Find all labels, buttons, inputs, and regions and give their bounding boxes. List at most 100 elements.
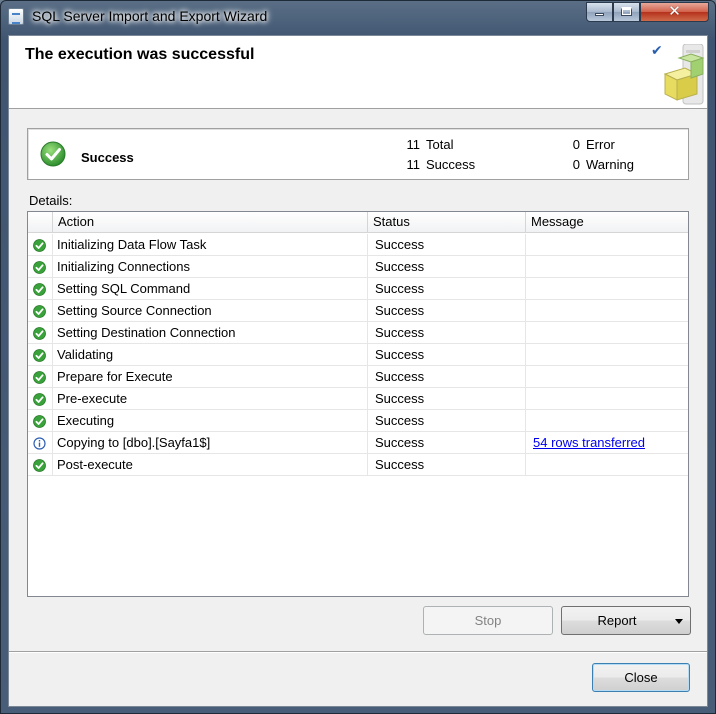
maximize-button[interactable] bbox=[613, 2, 640, 22]
table-row[interactable]: Setting Destination Connection Success bbox=[28, 322, 688, 344]
summary-status: Success bbox=[81, 150, 134, 165]
row-message bbox=[526, 234, 688, 256]
stop-button[interactable]: Stop bbox=[423, 606, 553, 635]
success-icon bbox=[33, 305, 46, 318]
warning-label: Warning bbox=[586, 157, 634, 172]
close-button[interactable]: Close bbox=[592, 663, 690, 692]
row-status: Success bbox=[368, 344, 526, 366]
table-row[interactable]: Setting Source Connection Success bbox=[28, 300, 688, 322]
wizard-graphic-icon bbox=[663, 44, 705, 105]
row-action: Setting SQL Command bbox=[53, 278, 368, 300]
total-label: Total bbox=[426, 137, 454, 152]
header-message[interactable]: Message bbox=[526, 212, 688, 233]
row-message bbox=[526, 388, 688, 410]
report-button-label: Report bbox=[597, 613, 637, 628]
chevron-down-icon[interactable] bbox=[675, 619, 683, 624]
grid-header: Action Status Message bbox=[28, 212, 688, 233]
wizard-window: SQL Server Import and Export Wizard ✕ Th… bbox=[0, 0, 716, 714]
row-icon-cell bbox=[28, 278, 53, 300]
row-status: Success bbox=[368, 278, 526, 300]
row-status: Success bbox=[368, 366, 526, 388]
row-status: Success bbox=[368, 256, 526, 278]
row-icon-cell bbox=[28, 366, 53, 388]
row-icon-cell bbox=[28, 344, 53, 366]
row-action: Validating bbox=[53, 344, 368, 366]
summary-panel: Success 11 Total 11 Success 0 Error 0 Warnin… bbox=[27, 128, 689, 180]
header-icon-column[interactable] bbox=[28, 212, 53, 233]
row-action: Prepare for Execute bbox=[53, 366, 368, 388]
row-status: Success bbox=[368, 432, 526, 454]
table-row[interactable]: Executing Success bbox=[28, 410, 688, 432]
row-status: Success bbox=[368, 410, 526, 432]
success-icon bbox=[33, 459, 46, 472]
row-action: Post-execute bbox=[53, 454, 368, 476]
row-action: Setting Source Connection bbox=[53, 300, 368, 322]
row-action: Pre-execute bbox=[53, 388, 368, 410]
table-row[interactable]: Pre-execute Success bbox=[28, 388, 688, 410]
success-icon bbox=[33, 283, 46, 296]
row-message bbox=[526, 344, 688, 366]
row-status: Success bbox=[368, 234, 526, 256]
error-count: 0 bbox=[572, 137, 580, 152]
wizard-header: The execution was successful ✔ bbox=[9, 36, 707, 109]
wizard-app-icon bbox=[8, 8, 24, 25]
row-action: Initializing Data Flow Task bbox=[53, 234, 368, 256]
error-label: Error bbox=[586, 137, 615, 152]
row-icon-cell bbox=[28, 388, 53, 410]
header-status[interactable]: Status bbox=[368, 212, 526, 233]
row-status: Success bbox=[368, 300, 526, 322]
details-label: Details: bbox=[29, 193, 73, 208]
report-button[interactable]: Report bbox=[561, 606, 691, 635]
row-message bbox=[526, 278, 688, 300]
minimize-icon bbox=[595, 13, 604, 16]
table-row[interactable]: Post-execute Success bbox=[28, 454, 688, 476]
window-title: SQL Server Import and Export Wizard bbox=[32, 8, 268, 24]
row-action: Copying to [dbo].[Sayfa1$] bbox=[53, 432, 368, 454]
table-row[interactable]: Setting SQL Command Success bbox=[28, 278, 688, 300]
wizard-client-area: The execution was successful ✔ Success 1… bbox=[8, 35, 708, 707]
warning-count: 0 bbox=[572, 157, 580, 172]
success-icon bbox=[33, 327, 46, 340]
row-message bbox=[526, 322, 688, 344]
row-icon-cell bbox=[28, 300, 53, 322]
close-icon: ✕ bbox=[668, 3, 681, 20]
title-bar[interactable]: SQL Server Import and Export Wizard ✕ bbox=[1, 1, 715, 31]
row-icon-cell bbox=[28, 432, 53, 454]
table-row[interactable]: Prepare for Execute Success bbox=[28, 366, 688, 388]
info-icon bbox=[33, 437, 46, 450]
warning-stat: 0 Warning bbox=[564, 157, 634, 172]
success-icon bbox=[33, 261, 46, 274]
rows-transferred-link[interactable]: 54 rows transferred bbox=[533, 435, 645, 450]
table-row[interactable]: Copying to [dbo].[Sayfa1$] Success 54 rows… bbox=[28, 432, 688, 454]
row-message: 54 rows transferred bbox=[526, 432, 688, 454]
row-action: Executing bbox=[53, 410, 368, 432]
details-grid[interactable]: Action Status Message Initializing Data … bbox=[27, 211, 689, 597]
total-count: 11 bbox=[406, 137, 421, 152]
success-icon bbox=[33, 393, 46, 406]
success-count: 11 bbox=[406, 157, 421, 172]
row-icon-cell bbox=[28, 256, 53, 278]
close-window-button[interactable]: ✕ bbox=[640, 2, 709, 22]
maximize-icon bbox=[621, 7, 632, 16]
row-icon-cell bbox=[28, 410, 53, 432]
row-icon-cell bbox=[28, 234, 53, 256]
table-row[interactable]: Validating Success bbox=[28, 344, 688, 366]
row-action: Setting Destination Connection bbox=[53, 322, 368, 344]
row-status: Success bbox=[368, 454, 526, 476]
row-status: Success bbox=[368, 388, 526, 410]
row-icon-cell bbox=[28, 454, 53, 476]
success-icon bbox=[33, 349, 46, 362]
row-message bbox=[526, 256, 688, 278]
success-check-icon bbox=[40, 141, 66, 167]
table-row[interactable]: Initializing Data Flow Task Success bbox=[28, 234, 688, 256]
row-message bbox=[526, 454, 688, 476]
page-title: The execution was successful bbox=[25, 46, 255, 63]
header-action[interactable]: Action bbox=[53, 212, 368, 233]
success-icon bbox=[33, 415, 46, 428]
total-stat: 11 Total bbox=[404, 137, 454, 152]
table-row[interactable]: Initializing Connections Success bbox=[28, 256, 688, 278]
minimize-button[interactable] bbox=[586, 2, 613, 22]
success-icon bbox=[33, 239, 46, 252]
row-message bbox=[526, 366, 688, 388]
row-status: Success bbox=[368, 322, 526, 344]
